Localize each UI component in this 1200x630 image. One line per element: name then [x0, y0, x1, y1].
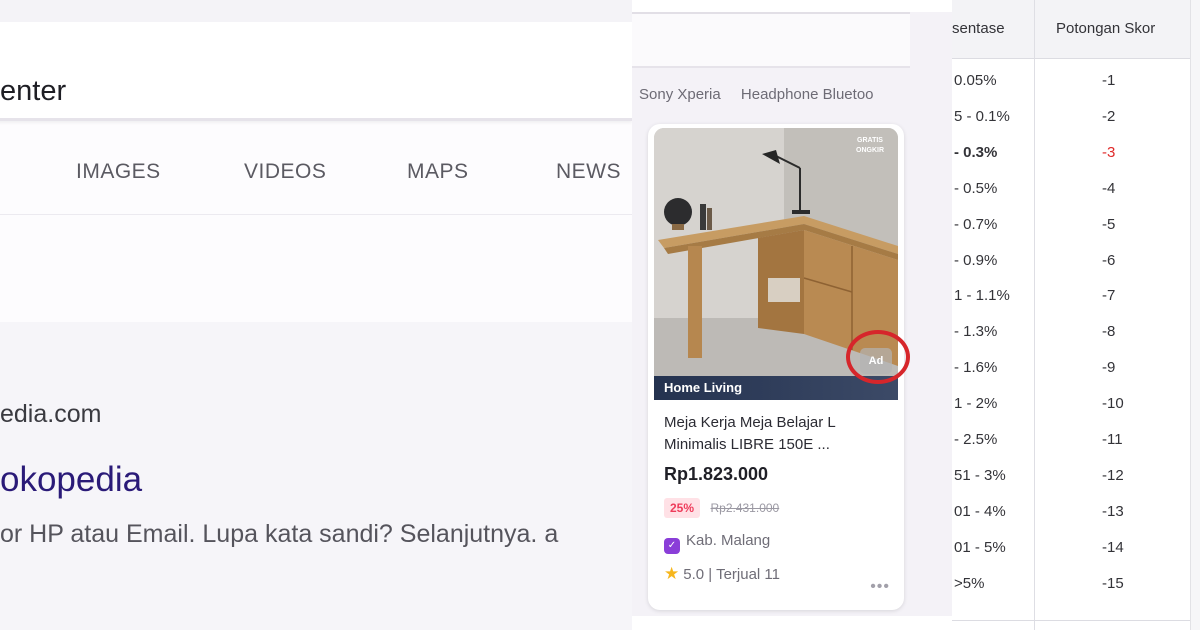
search-input[interactable]: enter: [0, 74, 66, 108]
star-icon: ★: [664, 564, 680, 583]
table-row: - 0.9% -6: [952, 244, 1190, 280]
search-bar[interactable]: enter: [0, 22, 632, 121]
tab-maps[interactable]: MAPS: [407, 150, 469, 194]
search-results-panel: enter IMAGES VIDEOS MAPS NEWS edia.com o…: [0, 0, 632, 630]
header-score-deduction: Potongan Skor: [1056, 20, 1156, 37]
search-tabs: IMAGES VIDEOS MAPS NEWS: [0, 150, 632, 194]
tabs-divider: [0, 214, 632, 215]
percentage-cell: - 0.7%: [954, 215, 998, 233]
percentage-cell: 1 - 2%: [954, 395, 998, 413]
discount-row: 25% Rp2.431.000: [664, 498, 779, 520]
table-row: >5% -15: [952, 567, 1190, 603]
percentage-cell: 01 - 5%: [954, 538, 1006, 556]
percentage-cell: - 1.6%: [954, 359, 998, 377]
shop-location: ✓ Kab. Malang: [664, 532, 770, 554]
percentage-cell: - 0.3%: [954, 143, 998, 161]
percentage-cell: - 1.3%: [954, 323, 998, 341]
marketplace-panel: Sony Xperia Headphone Bluetoo GRATIS ONG…: [632, 0, 952, 630]
score-cell: -10: [1102, 395, 1124, 413]
tab-videos[interactable]: VIDEOS: [244, 150, 326, 194]
percentage-cell: - 2.5%: [954, 431, 998, 448]
table-row: 01 - 4% -13: [952, 495, 1190, 531]
product-name[interactable]: Meja Kerja Meja Belajar L Minimalis LIBR…: [664, 412, 890, 456]
free-shipping-badge: GRATIS ONGKIR: [856, 137, 884, 154]
penalty-table: sentase Potongan Skor 0.05% -1 5 - 0.1% -2 -…: [952, 0, 1200, 630]
original-price: Rp2.431.000: [710, 501, 780, 515]
table-row: - 0.5% -4: [952, 172, 1190, 208]
marketplace-header: [632, 14, 910, 66]
rating-text: 5.0 | Terjual 11: [683, 566, 780, 583]
percentage-cell: - 0.9%: [954, 251, 998, 269]
percentage-cell: 0.05%: [954, 72, 997, 89]
shop-badge-icon: ✓: [664, 538, 680, 554]
table-row: - 0.7% -5: [952, 208, 1190, 244]
table-right-edge: [1190, 0, 1200, 630]
rating-row: ★ 5.0 | Terjual 11: [664, 564, 780, 584]
more-options-icon[interactable]: •••: [870, 578, 890, 596]
header-percentage: sentase: [952, 20, 1005, 37]
table-row: - 1.6% -9: [952, 351, 1190, 387]
table-row: - 0.3% -3: [952, 136, 1190, 172]
score-cell: -13: [1102, 502, 1124, 520]
table-row: 51 - 3% -12: [952, 459, 1190, 495]
suggestion-chips: Sony Xperia Headphone Bluetoo: [639, 86, 911, 103]
score-cell: -12: [1102, 466, 1124, 484]
ad-highlight-circle: [846, 330, 910, 384]
score-cell: -14: [1102, 538, 1124, 556]
table-row: - 1.3% -8: [952, 315, 1190, 351]
score-cell: -6: [1102, 251, 1116, 269]
score-cell: -8: [1102, 323, 1116, 341]
score-cell: -9: [1102, 359, 1116, 377]
percentage-cell: >5%: [954, 574, 985, 592]
panel-bottom-edge: [632, 616, 952, 630]
top-strip: [0, 0, 632, 22]
table-row: 1 - 2% -10: [952, 387, 1190, 423]
table-header: sentase Potongan Skor: [952, 0, 1200, 59]
discount-badge: 25%: [664, 498, 701, 518]
score-cell: -3: [1102, 143, 1116, 161]
tab-images[interactable]: IMAGES: [76, 150, 161, 194]
panel-top-edge: [632, 0, 952, 12]
result-title-link[interactable]: okopedia: [0, 460, 142, 500]
result-url[interactable]: edia.com: [0, 400, 101, 429]
table-row: 5 - 0.1% -2: [952, 100, 1190, 136]
table-row: 0.05% -1: [952, 64, 1190, 100]
score-cell: -1: [1102, 72, 1116, 89]
score-cell: -11: [1102, 431, 1123, 448]
chip-headphone-bluetooth[interactable]: Headphone Bluetoo: [741, 86, 874, 103]
chip-sony-xperia[interactable]: Sony Xperia: [639, 86, 721, 103]
percentage-cell: 51 - 3%: [954, 466, 1006, 484]
table-row: - 2.5% -11: [952, 423, 1190, 459]
percentage-cell: 5 - 0.1%: [954, 107, 1010, 125]
header-divider: [632, 66, 910, 68]
table-bottom-border: [952, 620, 1190, 621]
percentage-cell: 01 - 4%: [954, 502, 1006, 520]
product-price: Rp1.823.000: [664, 464, 769, 484]
result-snippet: or HP atau Email. Lupa kata sandi? Selan…: [0, 520, 559, 548]
score-cell: -4: [1102, 179, 1116, 197]
score-cell: -5: [1102, 215, 1116, 233]
score-cell: -7: [1102, 287, 1116, 305]
percentage-cell: - 0.5%: [954, 179, 998, 197]
tab-news[interactable]: NEWS: [556, 150, 621, 194]
percentage-cell: 1 - 1.1%: [954, 287, 1010, 305]
category-label: Home Living: [664, 380, 743, 395]
location-text: Kab. Malang: [686, 532, 771, 549]
score-cell: -15: [1102, 574, 1124, 592]
table-row: 01 - 5% -14: [952, 531, 1190, 567]
table-row: 1 - 1.1% -7: [952, 279, 1190, 315]
score-cell: -2: [1102, 107, 1116, 125]
